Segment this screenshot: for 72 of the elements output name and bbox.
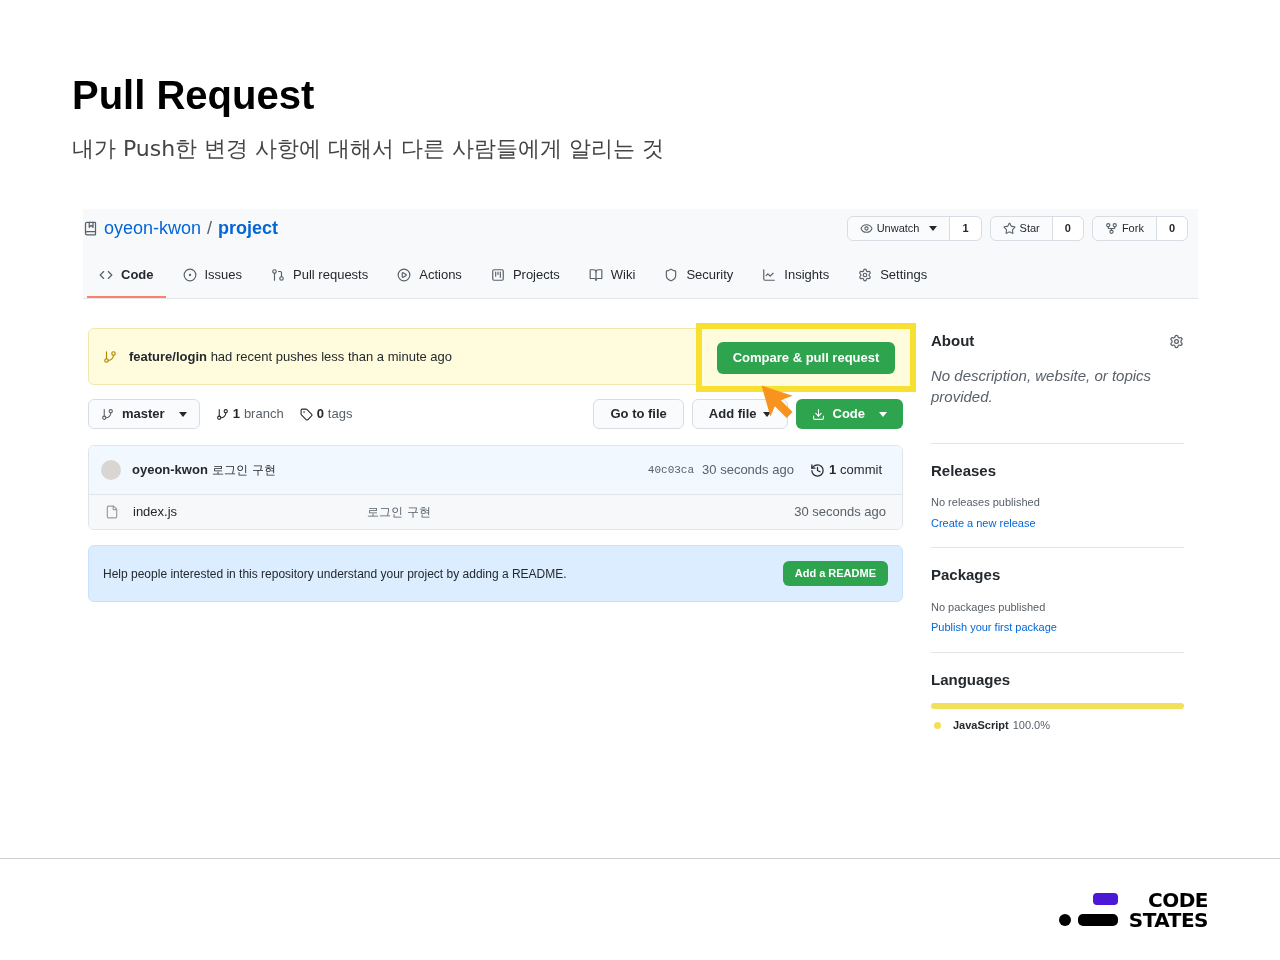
repo-tab[interactable]: Settings [846,254,940,298]
branch-select[interactable]: master [88,399,200,429]
path-separator: / [207,217,213,240]
file-link[interactable]: index.js [133,502,367,522]
repo-tab[interactable]: Actions [385,254,474,298]
logo-text: STATES [1128,909,1208,930]
repo-tab[interactable]: Wiki [576,254,648,298]
language-percent: 100.0% [1012,718,1050,733]
add-file-button[interactable]: Add file [691,399,788,429]
commit-message: 로그인 구현 [211,462,276,479]
book-icon [588,268,603,282]
branch-icon [101,407,114,421]
branches-link[interactable]: 1 branch [215,404,284,424]
fork-icon [1104,222,1118,235]
chart-icon [762,268,777,282]
tags-link[interactable]: 0 tags [299,404,353,424]
slide-subtitle: 내가 Push한 변경 사항에 대해서 다른 사람들에게 알리는 것 [72,135,666,163]
caret-icon [762,411,771,417]
code-icon [99,268,113,282]
avatar [101,460,121,480]
settings-icon[interactable] [1169,333,1184,349]
empty-note: No packages published [931,599,1047,615]
count-badge: 1 [949,217,981,240]
count-badge: 0 [1155,217,1187,240]
section-title: About [931,331,975,351]
count-badge: 0 [1051,217,1083,240]
settings-icon [858,268,873,282]
kanban-icon [490,268,505,282]
shield-icon [664,268,679,282]
empty-note: No releases published [931,495,1041,510]
section-title: Releases [931,460,998,481]
slide-title: Pull Request [72,72,316,119]
language-name: JavaScript [953,718,1009,733]
section-title: Packages [931,565,1002,585]
download-icon [811,407,825,421]
play-icon [397,268,412,282]
logo-mark-icon [1058,892,1119,927]
go-to-file-button[interactable]: Go to file [593,399,684,429]
caret-icon [929,226,938,231]
about-description: No description, website, or topics provided. [931,365,1153,407]
file-time: 30 seconds ago [794,503,886,522]
repo-name-link[interactable]: project [218,215,279,242]
tag-icon [299,407,313,421]
repo-icon [83,221,98,236]
commit-author: oyeon-kwon [132,461,208,480]
repo-tab[interactable]: Pull requests [259,254,381,298]
caret-icon [178,411,187,417]
file-commit-message: 로그인 구현 [367,504,431,521]
issue-icon [182,268,197,282]
section-title: Languages [931,669,1012,690]
repo-tab[interactable]: Code [87,254,166,298]
readme-message: Help people interested in this repository understand your project by adding a README. [103,565,567,583]
repo-tab[interactable]: Projects [478,254,572,298]
star-icon [1002,222,1016,235]
sidebar-link[interactable]: Publish your first package [931,619,1184,636]
branch-icon [215,407,229,421]
owner-link[interactable]: oyeon-kwon [104,215,202,242]
repo-tab[interactable]: Issues [170,254,255,298]
eye-icon [859,222,873,235]
sidebar-link[interactable]: Create a new release [931,514,1184,531]
commit-time: 30 seconds ago [702,461,794,480]
history-icon [809,462,825,478]
branch-icon [103,349,117,364]
logo-text: CODE [1148,889,1208,910]
repo-tab[interactable]: Security [652,254,746,298]
repo-tab[interactable]: Insights [750,254,842,298]
banner-message: feature/login had recent pushes less than a minute ago [129,347,453,366]
commit-sha: 40c03ca [647,462,695,478]
commits-link[interactable]: 1 commit [809,460,882,480]
pull-request-icon [271,268,286,282]
file-icon [105,505,119,519]
caret-icon [879,411,887,417]
